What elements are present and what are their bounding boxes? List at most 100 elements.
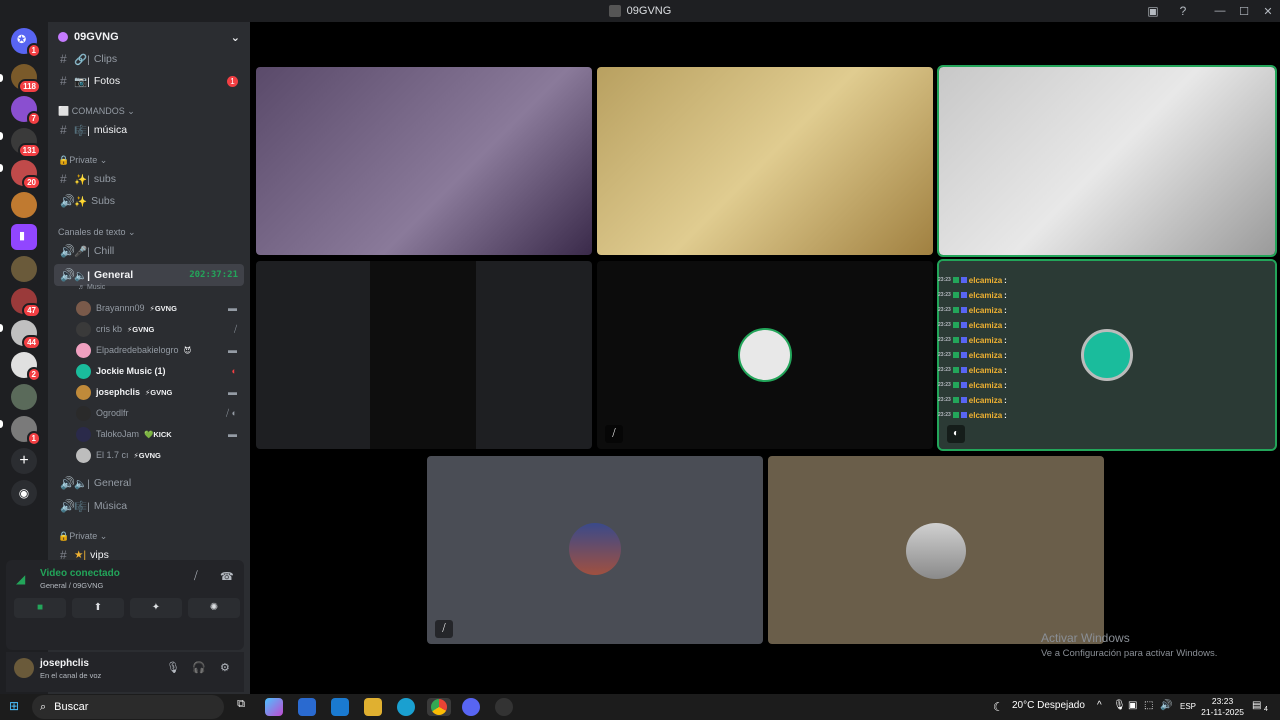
voice-status-title: Video conectado bbox=[40, 568, 120, 579]
category-comandos[interactable]: ⬜ COMANDOS ⌄ bbox=[58, 106, 135, 117]
guild-3[interactable]: 131 bbox=[11, 128, 41, 158]
category-private[interactable]: 🔒Private ⌄ bbox=[58, 155, 107, 166]
voice-tile[interactable] bbox=[768, 456, 1104, 644]
chevron-down-icon: ⌄ bbox=[230, 31, 240, 44]
help-icon[interactable]: ? bbox=[1175, 3, 1191, 19]
mic-tray-icon[interactable]: 🎙 bbox=[1113, 700, 1126, 711]
signal-icon[interactable]: ◢ bbox=[16, 572, 25, 586]
camera-icon: ▬ bbox=[228, 303, 237, 313]
channel-general-voice[interactable]: 🔊 🔈| General 202:37:21 bbox=[54, 264, 244, 286]
guild-8[interactable]: 47 bbox=[11, 288, 41, 318]
window-title: 09GVNG bbox=[608, 5, 671, 17]
video-tile[interactable] bbox=[256, 261, 592, 449]
chat-time: 23:23 bbox=[938, 337, 951, 343]
weather-text[interactable]: 20°C Despejado bbox=[1012, 700, 1085, 711]
channel-chill[interactable]: 🔊 🎤| Chill bbox=[54, 241, 244, 261]
close-button[interactable]: ✕ bbox=[1256, 5, 1280, 18]
microphone-icon[interactable]: 🎙 bbox=[166, 661, 180, 674]
voice-user[interactable]: TalokoJam 💚KICK ▬ bbox=[76, 424, 241, 444]
camera-tray-icon[interactable]: ▣ bbox=[1128, 700, 1137, 711]
copilot-icon[interactable] bbox=[265, 698, 283, 716]
user-name[interactable]: josephclis bbox=[40, 658, 89, 669]
unread-pill bbox=[0, 324, 3, 332]
camera-icon: ▬ bbox=[228, 387, 237, 397]
store-icon[interactable] bbox=[298, 698, 316, 716]
notification-icon[interactable]: ▤ bbox=[1252, 700, 1261, 711]
deafened-icon: ◐ bbox=[231, 366, 237, 376]
avatar[interactable] bbox=[14, 658, 34, 678]
maximize-button[interactable]: ☐ bbox=[1232, 5, 1256, 18]
guild-4[interactable]: 20 bbox=[11, 160, 41, 190]
hash-icon: # bbox=[60, 74, 67, 88]
guild-1[interactable]: 118 bbox=[11, 64, 41, 94]
voice-status-channel[interactable]: General / 09GVNG bbox=[40, 581, 103, 590]
server-header[interactable]: 09GVNG ⌄ bbox=[48, 22, 250, 52]
video-tile[interactable] bbox=[256, 67, 592, 255]
disconnect-icon[interactable]: ☎ bbox=[220, 570, 234, 583]
title-bar: 09GVNG ▣ ? — ☐ ✕ bbox=[0, 0, 1280, 22]
mail-icon[interactable] bbox=[331, 698, 349, 716]
guild-2[interactable]: 7 bbox=[11, 96, 41, 126]
guild-10[interactable]: 2 bbox=[11, 352, 41, 382]
channel-musica-cmd[interactable]: # 🎼| música bbox=[54, 120, 244, 140]
edge-icon[interactable] bbox=[397, 698, 415, 716]
voice-user[interactable]: Ogrodlfr ⧸ ◐ bbox=[76, 403, 241, 423]
discover-button[interactable]: ◉ bbox=[11, 480, 37, 506]
channel-label: Música bbox=[93, 500, 128, 512]
discord-taskbar-icon[interactable] bbox=[462, 698, 480, 716]
voice-user[interactable]: josephclis ⚡GVNG ▬ bbox=[76, 382, 241, 402]
voice-tile[interactable]: ⧸ bbox=[597, 261, 933, 449]
language-indicator[interactable]: ESP bbox=[1180, 702, 1196, 711]
activities-button[interactable]: ✦ bbox=[130, 598, 182, 618]
voice-user[interactable]: Elpadredebakielogro 😈 ▬ bbox=[76, 340, 241, 360]
windows-start-icon[interactable]: ⊞ bbox=[6, 699, 22, 715]
guild-9[interactable]: 44 bbox=[11, 320, 41, 350]
guild-5[interactable] bbox=[11, 192, 37, 218]
clock[interactable]: 23:23 21-11-2025 bbox=[1201, 696, 1244, 718]
chrome-icon[interactable] bbox=[427, 698, 451, 716]
soundboard-button[interactable]: ✺ bbox=[188, 598, 240, 618]
twitch-guild[interactable]: ▮ bbox=[11, 224, 37, 250]
inbox-icon[interactable]: ▣ bbox=[1145, 3, 1161, 19]
clock-time: 23:23 bbox=[1211, 696, 1234, 706]
voice-user[interactable]: El 1.7 cı ⚡GVNG bbox=[76, 445, 241, 465]
noise-suppression-icon[interactable]: ⧸ bbox=[194, 570, 198, 583]
voice-user[interactable]: cris kb ⚡GVNG ⧸ bbox=[76, 319, 241, 339]
home-button[interactable]: ✪ 1 bbox=[11, 28, 41, 58]
network-icon[interactable]: ⬚ bbox=[1144, 700, 1153, 711]
minimize-button[interactable]: — bbox=[1208, 5, 1232, 17]
taskbar-search[interactable]: ⌕ Buscar bbox=[32, 695, 224, 719]
screen-share-button[interactable]: ⬆ bbox=[72, 598, 124, 618]
hash-icon: # bbox=[60, 172, 67, 186]
unread-pill bbox=[0, 420, 3, 428]
chat-line: 23:23 elcamiza: bbox=[938, 305, 1007, 315]
camera-button[interactable]: ■ bbox=[14, 598, 66, 618]
channel-subs-voice[interactable]: 🔊 ✨ Subs bbox=[54, 191, 244, 211]
task-view-icon[interactable]: ⧉ bbox=[232, 698, 250, 716]
channel-subs-text[interactable]: # ✨| subs bbox=[54, 169, 244, 189]
search-icon: ⌕ bbox=[40, 700, 47, 713]
chat-time: 23:23 bbox=[938, 277, 951, 283]
tray-chevron-icon[interactable]: ^ bbox=[1097, 700, 1102, 711]
channel-general1[interactable]: 🔊 🔈| General bbox=[54, 473, 244, 493]
volume-icon[interactable]: 🔊 bbox=[1160, 700, 1172, 711]
folder-icon[interactable] bbox=[364, 698, 382, 716]
voice-user[interactable]: Jockie Music (1) ◐ bbox=[76, 361, 241, 381]
voice-user[interactable]: Brayannn09 ⚡GVNG ▬ bbox=[76, 298, 241, 318]
channel-clips[interactable]: # 🔗| Clips bbox=[54, 49, 244, 69]
app-icon[interactable] bbox=[495, 698, 513, 716]
guild-11[interactable] bbox=[11, 384, 37, 410]
video-tile-speaking[interactable] bbox=[937, 65, 1277, 257]
category-private-2[interactable]: 🔒Private ⌄ bbox=[58, 531, 107, 542]
gear-icon[interactable]: ⚙ bbox=[220, 661, 230, 674]
voice-tile[interactable]: ⧸ bbox=[427, 456, 763, 644]
channel-musica-voice[interactable]: 🔊 🎼| Música bbox=[54, 496, 244, 516]
channel-label: subs bbox=[93, 173, 116, 185]
headphones-icon[interactable]: 🎧 bbox=[192, 661, 206, 674]
channel-fotos[interactable]: # 📷| Fotos 1 bbox=[54, 71, 244, 91]
guild-12[interactable]: 1 bbox=[11, 416, 41, 446]
video-tile[interactable] bbox=[597, 67, 933, 255]
add-server-button[interactable]: + bbox=[11, 448, 37, 474]
guild-7[interactable] bbox=[11, 256, 37, 282]
category-canales-texto[interactable]: Canales de texto ⌄ bbox=[58, 227, 136, 238]
